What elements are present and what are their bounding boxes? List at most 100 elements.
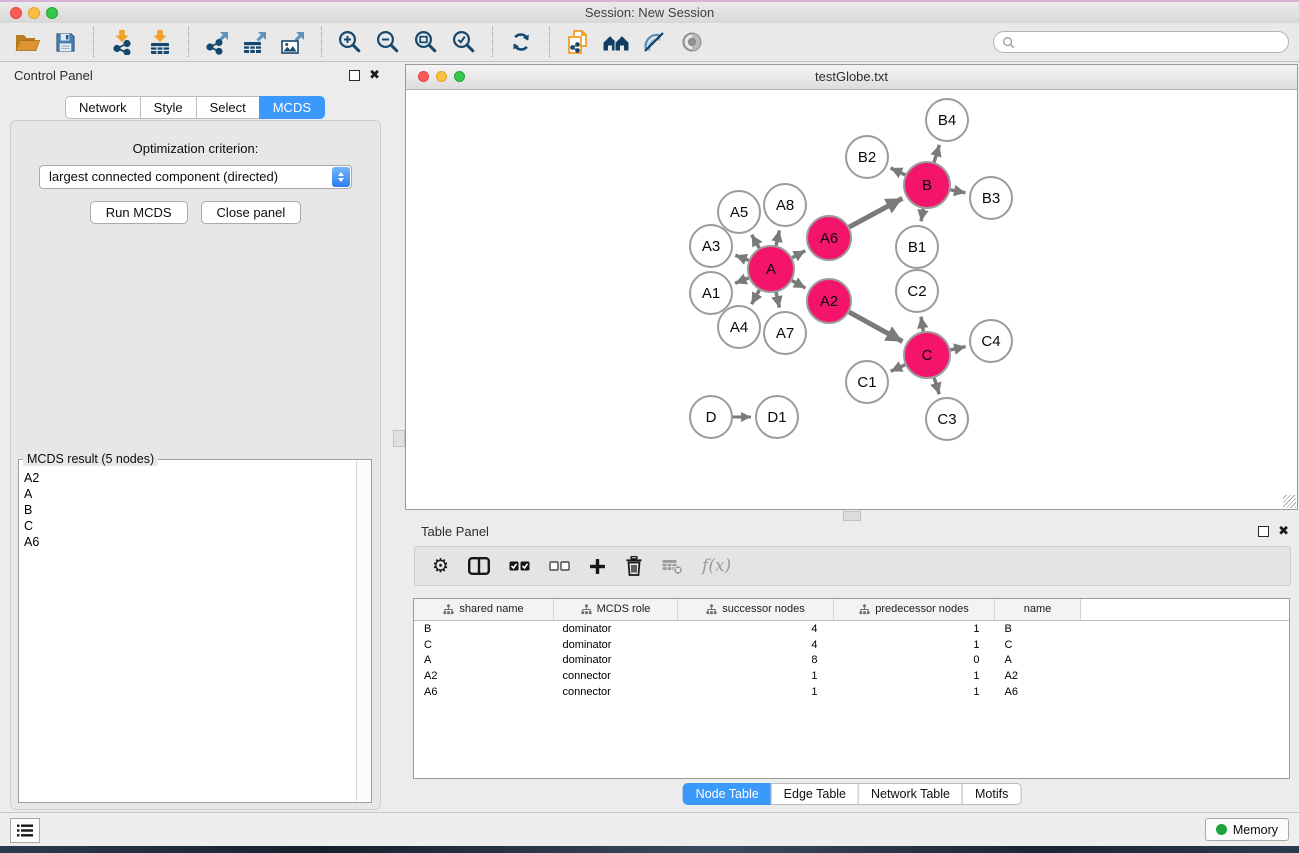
table-row[interactable]: Bdominator41B xyxy=(414,621,1289,637)
column-header-predecessor-nodes[interactable]: predecessor nodes xyxy=(834,599,995,621)
zoom-network-button[interactable] xyxy=(454,71,465,82)
vizmapper-button[interactable] xyxy=(635,25,673,59)
zoom-out-button[interactable] xyxy=(369,25,407,59)
run-mcds-button[interactable]: Run MCDS xyxy=(90,201,188,224)
window-resize-grip[interactable] xyxy=(1283,495,1296,508)
result-item[interactable]: B xyxy=(24,502,356,518)
edge-B-B2[interactable] xyxy=(891,168,906,175)
node-D1[interactable]: D1 xyxy=(756,396,798,438)
add-column-button[interactable] xyxy=(589,558,606,575)
node-A4[interactable]: A4 xyxy=(718,306,760,348)
node-C3[interactable]: C3 xyxy=(926,398,968,440)
result-item[interactable]: A xyxy=(24,486,356,502)
edge-A2-C[interactable] xyxy=(849,312,902,341)
tab-edge-table[interactable]: Edge Table xyxy=(771,783,859,805)
node-A2[interactable]: A2 xyxy=(807,279,851,323)
deselect-all-button[interactable] xyxy=(549,558,570,574)
node-C4[interactable]: C4 xyxy=(970,320,1012,362)
close-panel-button[interactable]: Close panel xyxy=(201,201,302,224)
settings-gear-button[interactable]: ⚙ xyxy=(432,556,449,576)
network-document-button[interactable] xyxy=(559,25,597,59)
save-session-button[interactable] xyxy=(46,25,84,59)
edge-A-A4[interactable] xyxy=(752,290,760,304)
node-A5[interactable]: A5 xyxy=(718,191,760,233)
float-panel-icon[interactable] xyxy=(349,70,360,81)
edge-A6-B[interactable] xyxy=(849,198,902,227)
float-table-panel-icon[interactable] xyxy=(1258,526,1269,537)
export-image-button[interactable] xyxy=(274,25,312,59)
column-visibility-button[interactable] xyxy=(468,557,490,575)
node-B3[interactable]: B3 xyxy=(970,177,1012,219)
node-A7[interactable]: A7 xyxy=(764,312,806,354)
node-D[interactable]: D xyxy=(690,396,732,438)
edge-A-A1[interactable] xyxy=(735,278,749,283)
node-B2[interactable]: B2 xyxy=(846,136,888,178)
edge-B-B1[interactable] xyxy=(921,209,923,222)
edge-B-B4[interactable] xyxy=(934,145,939,162)
search-input[interactable] xyxy=(1020,34,1280,50)
tab-motifs[interactable]: Motifs xyxy=(962,783,1021,805)
edge-A-A6[interactable] xyxy=(792,251,805,258)
node-C1[interactable]: C1 xyxy=(846,361,888,403)
edge-A-A5[interactable] xyxy=(752,235,760,248)
export-network-button[interactable] xyxy=(198,25,236,59)
zoom-in-button[interactable] xyxy=(331,25,369,59)
network-canvas[interactable]: B4B2BB3A8A5A6A3B1AC2A1A2A4A7C4CC1C3DD1 xyxy=(406,89,1297,509)
tab-node-table[interactable]: Node Table xyxy=(683,783,772,805)
edge-A-A3[interactable] xyxy=(735,255,748,260)
table-row[interactable]: A2connector11A2 xyxy=(414,668,1289,684)
task-history-button[interactable] xyxy=(10,818,40,843)
table-row[interactable]: Adominator80A xyxy=(414,653,1289,669)
result-item[interactable]: C xyxy=(24,518,356,534)
zoom-fit-button[interactable] xyxy=(407,25,445,59)
home-button[interactable] xyxy=(597,25,635,59)
table-row[interactable]: A6connector11A6 xyxy=(414,684,1289,700)
edge-A-A7[interactable] xyxy=(776,292,779,307)
column-header-name[interactable]: name xyxy=(995,599,1081,621)
column-header-successor-nodes[interactable]: successor nodes xyxy=(678,599,834,621)
delete-table-button[interactable] xyxy=(662,557,683,575)
node-B1[interactable]: B1 xyxy=(896,226,938,268)
column-header-shared-name[interactable]: shared name xyxy=(414,599,554,621)
search-field[interactable] xyxy=(993,31,1289,53)
node-B[interactable]: B xyxy=(904,162,950,208)
refresh-button[interactable] xyxy=(502,25,540,59)
node-C[interactable]: C xyxy=(904,332,950,378)
zoom-selected-button[interactable] xyxy=(445,25,483,59)
tab-network-table[interactable]: Network Table xyxy=(858,783,963,805)
node-A3[interactable]: A3 xyxy=(690,225,732,267)
close-table-panel-icon[interactable]: ✖ xyxy=(1278,525,1289,538)
edge-C-C3[interactable] xyxy=(934,378,939,394)
edge-C-C2[interactable] xyxy=(921,317,923,332)
node-A1[interactable]: A1 xyxy=(690,272,732,314)
tab-network[interactable]: Network xyxy=(65,96,141,119)
table-row[interactable]: Cdominator41C xyxy=(414,637,1289,653)
node-A8[interactable]: A8 xyxy=(764,184,806,226)
tab-style[interactable]: Style xyxy=(140,96,197,119)
node-C2[interactable]: C2 xyxy=(896,270,938,312)
close-panel-icon[interactable]: ✖ xyxy=(369,69,380,82)
vertical-splitter-handle[interactable] xyxy=(393,430,405,447)
tab-select[interactable]: Select xyxy=(196,96,260,119)
node-B4[interactable]: B4 xyxy=(926,99,968,141)
column-header-MCDS-role[interactable]: MCDS role xyxy=(554,599,678,621)
minimize-network-button[interactable] xyxy=(436,71,447,82)
result-item[interactable]: A2 xyxy=(24,470,356,486)
network-window-titlebar[interactable]: testGlobe.txt xyxy=(406,65,1297,90)
edge-B-B3[interactable] xyxy=(951,190,966,193)
result-scrollbar[interactable] xyxy=(356,461,370,801)
select-all-button[interactable] xyxy=(509,558,530,574)
export-table-button[interactable] xyxy=(236,25,274,59)
result-item[interactable]: A6 xyxy=(24,534,356,550)
import-network-button[interactable] xyxy=(103,25,141,59)
edge-C-C1[interactable] xyxy=(891,365,905,372)
memory-button[interactable]: Memory xyxy=(1205,818,1289,841)
node-A[interactable]: A xyxy=(748,246,794,292)
tab-mcds[interactable]: MCDS xyxy=(259,96,325,119)
close-network-button[interactable] xyxy=(418,71,429,82)
function-builder-button[interactable]: f(x) xyxy=(702,556,731,576)
open-file-button[interactable] xyxy=(8,25,46,59)
criterion-dropdown[interactable]: largest connected component (directed) xyxy=(39,165,352,189)
import-table-button[interactable] xyxy=(141,25,179,59)
edge-A-A2[interactable] xyxy=(792,281,805,288)
